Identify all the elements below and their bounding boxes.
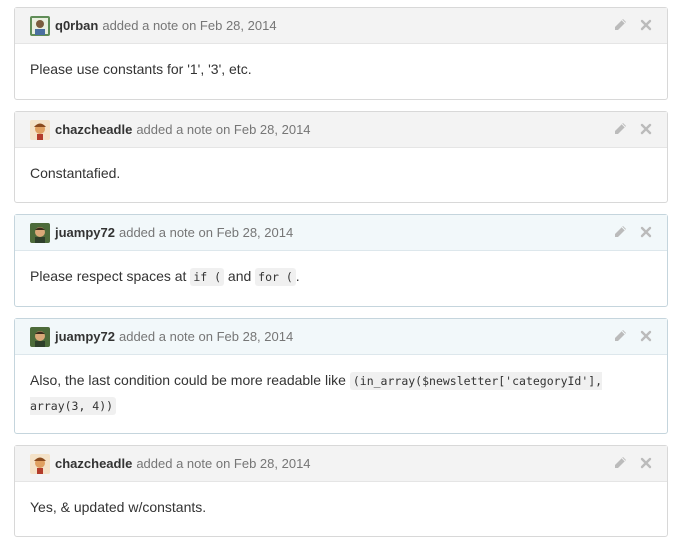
note-actions (613, 328, 653, 344)
chazcheadle-avatar[interactable] (30, 453, 50, 474)
note-body: Please respect spaces at if ( and for (. (15, 251, 667, 289)
author-link[interactable]: chazcheadle (55, 122, 132, 137)
note-actions (613, 224, 653, 240)
note-header: chazcheadle added a note on Feb 28, 2014 (15, 112, 667, 148)
note-meta: added a note on Feb 28, 2014 (102, 18, 277, 33)
pencil-icon[interactable] (613, 328, 627, 344)
note-body: Also, the last condition could be more r… (15, 355, 667, 418)
close-icon[interactable] (639, 224, 653, 240)
note-header: chazcheadle added a note on Feb 28, 2014 (15, 446, 667, 482)
note: q0rban added a note on Feb 28, 2014 Plea… (14, 7, 668, 100)
pencil-icon[interactable] (613, 121, 627, 137)
author-link[interactable]: juampy72 (55, 225, 115, 240)
note-text: and (224, 268, 256, 284)
note: juampy72 added a note on Feb 28, 2014 Al… (14, 318, 668, 434)
close-icon[interactable] (639, 328, 653, 344)
note-header: q0rban added a note on Feb 28, 2014 (15, 8, 667, 44)
author-link[interactable]: q0rban (55, 18, 98, 33)
note-body: Yes, & updated w/constants. (15, 482, 667, 519)
juampy72-avatar[interactable] (30, 222, 50, 243)
close-icon[interactable] (639, 455, 653, 471)
inline-code: if ( (190, 268, 225, 286)
chazcheadle-avatar[interactable] (30, 119, 50, 140)
note-body: Please use constants for '1', '3', etc. (15, 44, 667, 81)
notes-list: q0rban added a note on Feb 28, 2014 Plea… (0, 0, 681, 544)
note: juampy72 added a note on Feb 28, 2014 Pl… (14, 214, 668, 307)
note-text: Please use constants for '1', '3', etc. (30, 61, 252, 77)
note: chazcheadle added a note on Feb 28, 2014… (14, 445, 668, 537)
juampy72-avatar[interactable] (30, 326, 50, 347)
note-meta: added a note on Feb 28, 2014 (118, 225, 294, 240)
note-meta: added a note on Feb 28, 2014 (118, 329, 294, 344)
author-link[interactable]: juampy72 (55, 329, 115, 344)
note-header: juampy72 added a note on Feb 28, 2014 (15, 319, 667, 355)
note-body: Constantafied. (15, 148, 667, 185)
note-actions (613, 455, 653, 471)
note-text: Constantafied. (30, 165, 121, 181)
note-text: Please respect spaces at (30, 268, 191, 284)
note-text: . (295, 268, 300, 284)
note-actions (613, 121, 653, 137)
inline-code: for ( (255, 268, 296, 286)
q0rban-avatar[interactable] (30, 15, 50, 36)
note-text: Yes, & updated w/constants. (30, 499, 207, 515)
note-actions (613, 17, 653, 33)
note-meta: added a note on Feb 28, 2014 (136, 122, 311, 137)
note-meta: added a note on Feb 28, 2014 (136, 456, 311, 471)
note-header: juampy72 added a note on Feb 28, 2014 (15, 215, 667, 251)
pencil-icon[interactable] (613, 455, 627, 471)
note: chazcheadle added a note on Feb 28, 2014… (14, 111, 668, 203)
close-icon[interactable] (639, 17, 653, 33)
note-text: Also, the last condition could be more r… (30, 372, 350, 388)
pencil-icon[interactable] (613, 224, 627, 240)
pencil-icon[interactable] (613, 17, 627, 33)
close-icon[interactable] (639, 121, 653, 137)
author-link[interactable]: chazcheadle (55, 456, 132, 471)
